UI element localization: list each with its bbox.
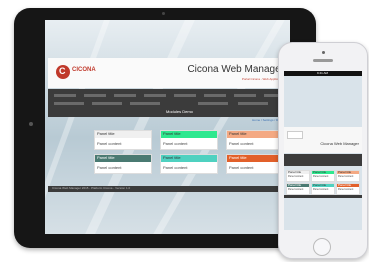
logo-text: CICONA — [72, 67, 96, 73]
phone-speaker — [313, 59, 333, 62]
main-navigation: Modules Demo — [48, 89, 288, 117]
panel: Panel title Panel content — [94, 130, 152, 150]
panel-content: Panel content — [229, 141, 254, 146]
panel-content: Panel content — [288, 188, 304, 191]
tablet-device: C CICONA Cicona Web Manager Portal Cicon… — [14, 8, 316, 248]
page-header: C CICONA Cicona Web Manager Portal Cicon… — [48, 58, 288, 88]
panel-content: Panel content — [163, 165, 188, 170]
logo-icon[interactable] — [287, 131, 303, 139]
panel-title: Panel title — [163, 131, 181, 136]
panel-title: Panel title — [229, 155, 247, 160]
panel-title: Panel title — [288, 170, 302, 174]
panel-title: Panel title — [313, 170, 327, 174]
logo-icon[interactable]: C — [56, 65, 70, 79]
page-footer: Cicona Web Manager 2015 - Platform Cicon… — [48, 186, 288, 192]
panel: Panel title Panel content — [160, 154, 218, 174]
page-title: Cicona Web Manager — [187, 64, 284, 75]
nav-item[interactable] — [174, 94, 196, 97]
panel: Panel title Panel content — [226, 130, 284, 150]
panel: Panel title Panel content — [226, 154, 284, 174]
nav-item[interactable] — [198, 102, 228, 105]
panel-content: Panel content — [229, 165, 254, 170]
home-button[interactable] — [313, 238, 331, 256]
phone-page-header: Cicona Web Manager — [284, 127, 362, 153]
panel-content: Panel content — [163, 141, 188, 146]
panel-title: Panel title — [313, 183, 327, 187]
panel-title: Panel title — [97, 155, 115, 160]
nav-item[interactable] — [114, 94, 136, 97]
web-page: C CICONA Cicona Web Manager Portal Cicon… — [48, 58, 288, 208]
nav-item[interactable] — [92, 102, 122, 105]
status-time: 9:41 AM — [317, 71, 329, 75]
panel: Panel title Panel content — [160, 130, 218, 150]
tablet-camera — [162, 12, 165, 15]
panel: Panel title Panel content — [286, 183, 310, 195]
nav-item-active[interactable]: Modules Demo — [166, 109, 193, 114]
panel-content: Panel content — [338, 188, 354, 191]
panel: Panel title Panel content — [94, 154, 152, 174]
panel-title: Panel title — [97, 131, 115, 136]
nav-item[interactable] — [204, 94, 226, 97]
panel: Panel title Panel content — [311, 183, 335, 195]
phone-screen: 9:41 AM Cicona Web Manager Panel title P… — [284, 71, 362, 230]
panel-content: Panel content — [313, 175, 329, 178]
logo-letter: C — [59, 66, 66, 76]
status-bar: 9:41 AM — [284, 71, 362, 76]
panel-content: Panel content — [97, 165, 122, 170]
phone-navigation[interactable] — [284, 154, 362, 166]
panel: Panel title Panel content — [336, 170, 360, 182]
phone-page-title: Cicona Web Manager — [320, 141, 359, 146]
footer-text: Cicona Web Manager 2015 - Platform Cicon… — [52, 186, 131, 190]
tablet-home-dot — [29, 122, 33, 126]
panel-content: Panel content — [97, 141, 122, 146]
panel-content: Panel content — [313, 188, 329, 191]
phone-page-footer — [284, 195, 362, 198]
nav-item[interactable] — [238, 102, 268, 105]
panel-title: Panel title — [229, 131, 247, 136]
panel-title: Panel title — [338, 183, 352, 187]
panel-content: Panel content — [288, 175, 304, 178]
panel-title: Panel title — [288, 183, 302, 187]
nav-item[interactable] — [234, 94, 256, 97]
phone-device: 9:41 AM Cicona Web Manager Panel title P… — [278, 42, 368, 259]
phone-camera — [322, 51, 325, 54]
nav-item[interactable] — [84, 94, 106, 97]
panel: Panel title Panel content — [286, 170, 310, 182]
panel-content: Panel content — [338, 175, 354, 178]
panel: Panel title Panel content — [336, 183, 360, 195]
nav-item[interactable] — [54, 102, 84, 105]
panel-title: Panel title — [338, 170, 352, 174]
nav-item[interactable] — [130, 102, 160, 105]
panel-title: Panel title — [163, 155, 181, 160]
nav-item[interactable] — [54, 94, 76, 97]
panel: Panel title Panel content — [311, 170, 335, 182]
nav-item[interactable] — [144, 94, 166, 97]
